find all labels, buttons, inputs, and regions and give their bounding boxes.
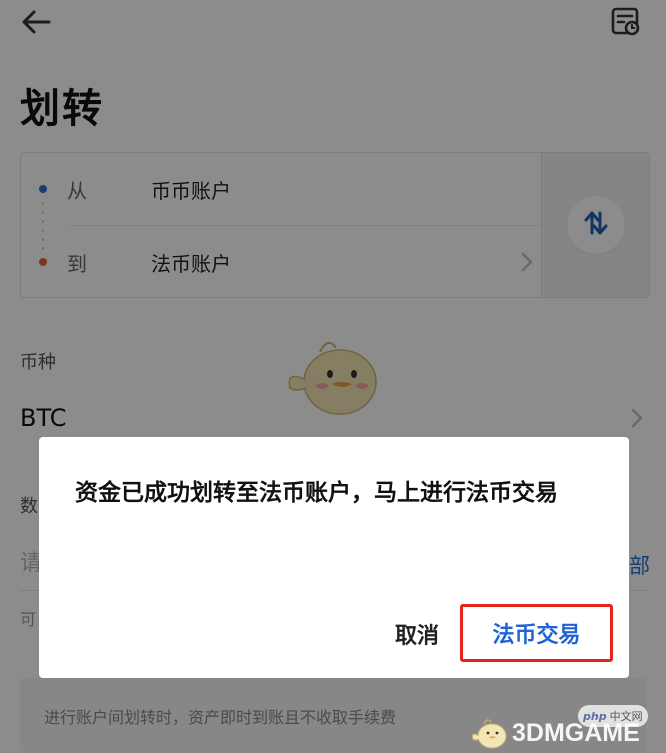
transfer-success-dialog: 资金已成功划转至法币账户，马上进行法币交易 取消 法币交易	[39, 437, 629, 678]
site-watermark-text: 3DMGAME	[512, 719, 640, 747]
dialog-message: 资金已成功划转至法币账户，马上进行法币交易	[75, 480, 558, 506]
fiat-trade-button[interactable]: 法币交易	[460, 604, 613, 662]
cancel-button[interactable]: 取消	[385, 612, 449, 656]
mascot-icon	[470, 716, 510, 752]
dialog-actions: 取消 法币交易	[39, 598, 629, 678]
site-watermark: 3DMGAME	[470, 714, 666, 753]
